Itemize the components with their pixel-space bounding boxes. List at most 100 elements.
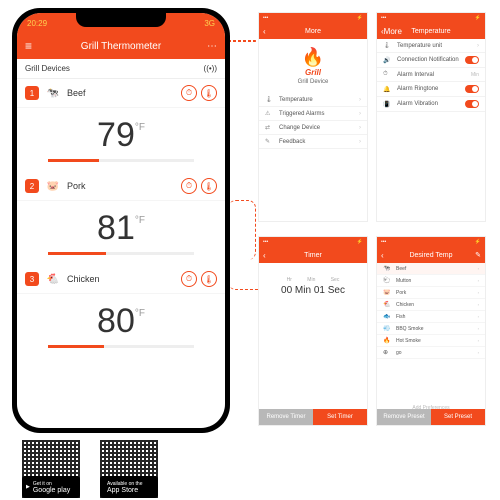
more-title: More [305,28,321,35]
grill-logo: 🔥 Grill Grill Device [259,39,367,93]
phone-notch [76,13,166,27]
chevron-icon: › [359,125,361,131]
preset-item[interactable]: 🐑Mutton› [377,275,485,287]
timer-icon[interactable]: ⏱ [181,271,197,287]
more-icon[interactable]: ⋯ [207,41,217,52]
preset-icon: 🔥 [383,337,393,344]
temp-value: 79 [97,116,135,155]
preset-icon: 🐔 [383,301,393,308]
preset-item[interactable]: 🐄Beef› [377,263,485,275]
preset-item[interactable]: 💨BBQ Smoke› [377,323,485,335]
device-name: Beef [67,88,177,98]
item-icon: 🔔 [383,86,393,93]
temp-icon[interactable]: 🌡 [201,178,217,194]
chevron-icon: › [359,97,361,103]
temp-title: Temperature [411,28,450,35]
toggle[interactable] [465,85,479,93]
device-number: 2 [25,179,39,193]
app-store-badge[interactable]: Available on theApp Store [100,476,158,498]
timer-icon[interactable]: ⏱ [181,85,197,101]
back-icon[interactable]: ‹ [263,27,266,36]
temp-icon[interactable]: 🌡 [201,271,217,287]
chevron-icon: › [359,111,361,117]
screen-more: •••⚡ ‹More 🔥 Grill Grill Device 🌡Tempera… [258,12,368,222]
item-icon: 📳 [383,101,393,108]
item-icon: ⇄ [265,124,275,131]
meat-icon: 🐄 [45,86,61,100]
screen-desired-temp: •••⚡ ‹Desired Temp✎ 🐄Beef›🐑Mutton›🐷Pork›… [376,236,486,426]
chevron-icon: › [359,139,361,145]
setting-item[interactable]: 🔔Alarm Ringtone [377,82,485,97]
preset-title: Desired Temp [409,252,452,259]
app-title: Grill Thermometer [81,41,161,52]
menu-icon[interactable]: ≡ [25,39,32,53]
setting-item[interactable]: 📳Alarm Vibration [377,97,485,112]
phone-mock: 20:29 3G ≡ Grill Thermometer ⋯ Grill Dev… [12,8,230,433]
set-timer-button[interactable]: Set Timer [313,409,367,425]
temp-unit: °F [135,122,145,133]
preset-item[interactable]: 🐷Pork› [377,287,485,299]
preset-item[interactable]: 🔥Hot Smoke› [377,335,485,347]
more-item[interactable]: 🌡Temperature› [259,93,367,107]
device-row[interactable]: 1 🐄 Beef ⏱ 🌡 [17,79,225,108]
device-name: Pork [67,181,177,191]
temp-value: 81 [97,209,135,248]
temp-unit: °F [135,215,145,226]
preset-icon: 🐑 [383,277,393,284]
device-number: 1 [25,86,39,100]
section-bar: Grill Devices ((•)) [17,59,225,79]
set-preset-button[interactable]: Set Preset [431,409,485,425]
timer-value[interactable]: 00 Min 01 Sec [259,285,367,296]
flame-icon: 🔥 [259,47,367,68]
more-item[interactable]: ⇄Change Device› [259,121,367,135]
status-carrier: 3G [204,19,215,28]
item-icon: 🌡 [383,42,393,49]
edit-icon[interactable]: ✎ [475,251,481,259]
preset-item[interactable]: 🐟Fish› [377,311,485,323]
temp-value: 80 [97,302,135,341]
timer-icon[interactable]: ⏱ [181,178,197,194]
meat-icon: 🐷 [45,179,61,193]
screen-timer: •••⚡ ‹Timer HrMinSec 00 Min 01 Sec Remov… [258,236,368,426]
more-item[interactable]: ⚠Triggered Alarms› [259,107,367,121]
item-icon: 🔊 [383,57,393,64]
chevron-icon: › [477,43,479,49]
screen-temperature: •••⚡ ‹MoreTemperature 🌡Temperature unit›… [376,12,486,222]
back-icon[interactable]: ‹ [263,251,266,260]
device-row[interactable]: 3 🐔 Chicken ⏱ 🌡 [17,265,225,294]
setting-item[interactable]: 🔊Connection Notification [377,53,485,68]
preset-icon: 🐄 [383,265,393,272]
back-icon[interactable]: ‹ [381,251,384,260]
preset-item[interactable]: 🐔Chicken› [377,299,485,311]
meat-icon: 🐔 [45,272,61,286]
more-item[interactable]: ✎Feedback› [259,135,367,149]
item-icon: ✎ [265,138,275,145]
toggle[interactable] [465,100,479,108]
google-play-badge[interactable]: ▶Get it onGoogle play [22,476,80,498]
preset-item[interactable]: ⊕go› [377,347,485,359]
signal-icon: ((•)) [204,64,217,73]
toggle[interactable] [465,56,479,64]
temp-unit: °F [135,308,145,319]
remove-timer-button[interactable]: Remove Timer [259,409,313,425]
preset-icon: 🐷 [383,289,393,296]
item-icon: ⏱ [383,71,393,78]
remove-preset-button[interactable]: Remove Preset [377,409,431,425]
timer-title: Timer [304,252,322,259]
section-label: Grill Devices [25,64,70,73]
temp-display: 81°F [17,201,225,265]
preset-icon: 💨 [383,325,393,332]
setting-item[interactable]: 🌡Temperature unit› [377,39,485,53]
device-name: Chicken [67,274,177,284]
temp-icon[interactable]: 🌡 [201,85,217,101]
preset-icon: 🐟 [383,313,393,320]
device-row[interactable]: 2 🐷 Pork ⏱ 🌡 [17,172,225,201]
temp-display: 80°F [17,294,225,358]
device-number: 3 [25,272,39,286]
back-icon[interactable]: ‹More [381,27,402,36]
setting-item[interactable]: ⏱Alarm IntervalMin [377,68,485,82]
item-icon: 🌡 [265,96,275,103]
title-bar: ≡ Grill Thermometer ⋯ [17,33,225,59]
preset-icon: ⊕ [383,349,393,356]
item-icon: ⚠ [265,110,275,117]
